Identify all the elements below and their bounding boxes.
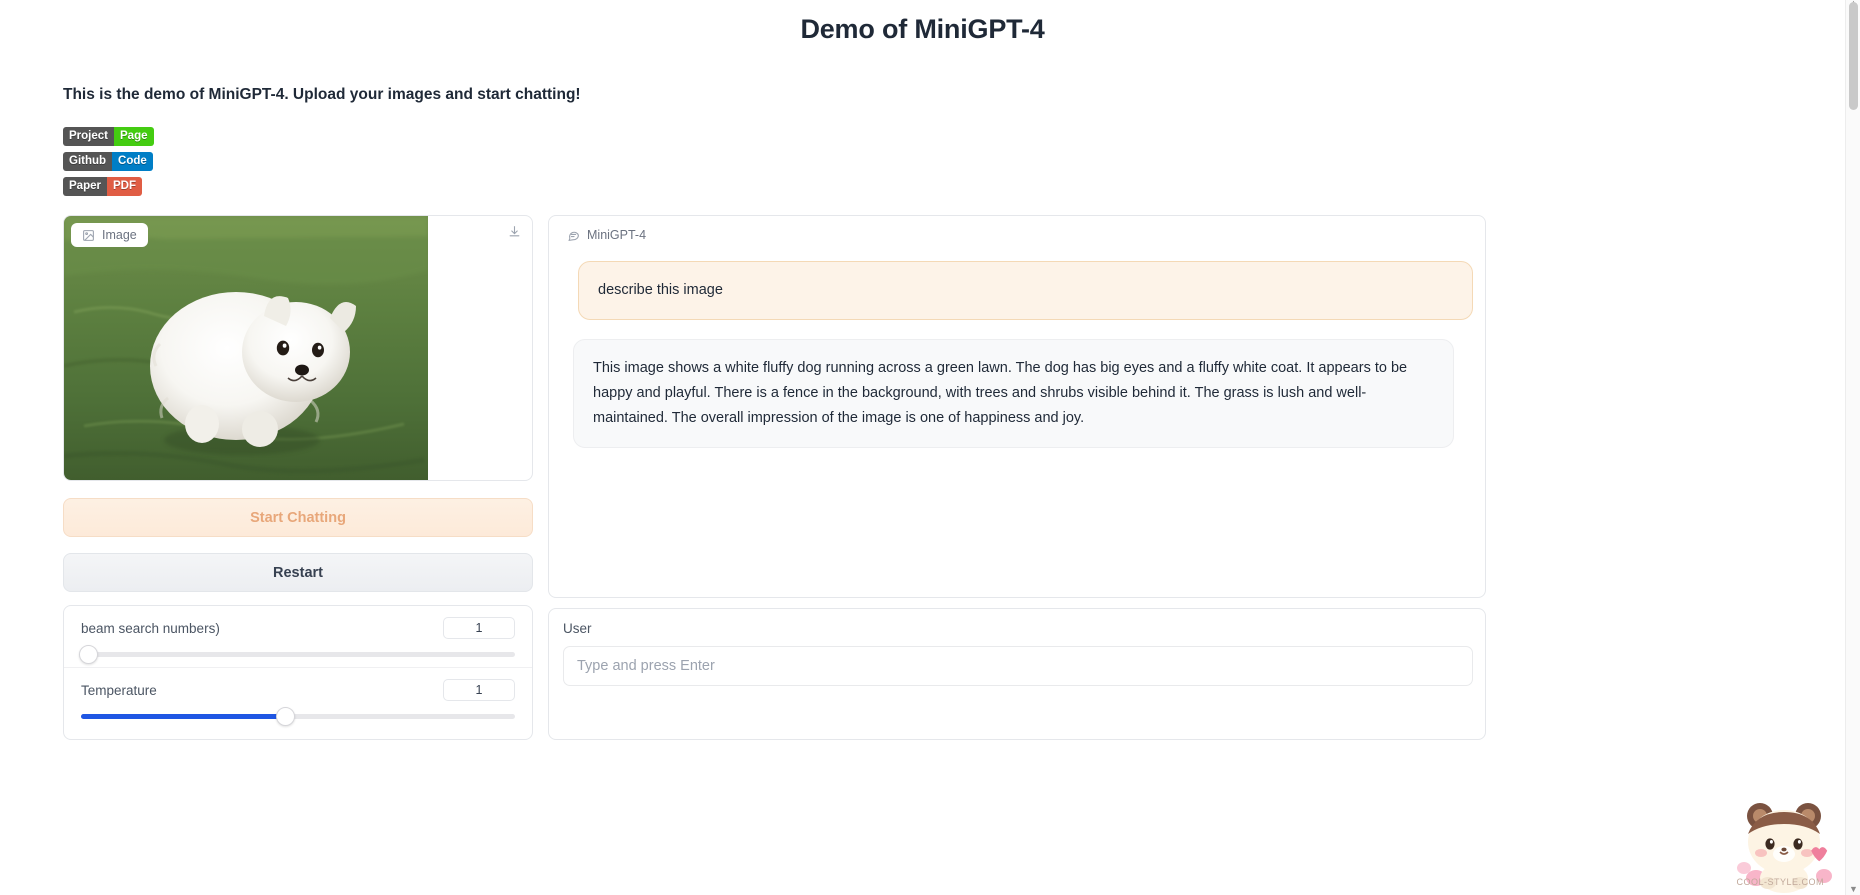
start-chatting-label: Start Chatting (250, 509, 346, 526)
start-chatting-button[interactable]: Start Chatting (63, 498, 533, 537)
beam-search-slider[interactable] (79, 645, 515, 664)
image-icon (82, 229, 95, 242)
badge-github-code[interactable]: Github Code (63, 152, 153, 171)
image-panel-tab: Image (71, 223, 148, 247)
badge-paper-pdf[interactable]: Paper PDF (63, 177, 142, 196)
badge-label-right: PDF (106, 177, 142, 196)
chat-message-list: describe this image This image shows a w… (561, 255, 1473, 587)
chatbot-panel: MiniGPT-4 describe this image This image… (548, 215, 1486, 598)
chat-message-bot: This image shows a white fluffy dog runn… (573, 339, 1454, 448)
temperature-value[interactable]: 1 (443, 679, 515, 701)
temperature-slider[interactable] (81, 707, 515, 726)
chatbot-panel-tab-label: MiniGPT-4 (587, 228, 647, 242)
page-scrollbar[interactable]: ▲ ▼ (1845, 0, 1860, 895)
intro-text: This is the demo of MiniGPT-4. Upload yo… (63, 86, 581, 103)
temperature-slider-thumb[interactable] (275, 707, 295, 726)
chatbot-panel-tab: MiniGPT-4 (556, 223, 658, 247)
badge-label-left: Github (63, 152, 113, 171)
scroll-down-arrow[interactable]: ▼ (1849, 885, 1858, 894)
user-text-input[interactable]: Type and press Enter (563, 646, 1473, 686)
settings-panel: beam search numbers) 1 Temperature 1 (63, 605, 533, 740)
uploaded-image (64, 216, 428, 480)
badge-project-page[interactable]: Project Page (63, 127, 154, 146)
restart-label: Restart (273, 564, 323, 581)
mascot-caption: COOL-STYLE.COM (1736, 877, 1824, 887)
beam-search-value[interactable]: 1 (443, 617, 515, 639)
restart-button[interactable]: Restart (63, 553, 533, 592)
beam-search-slider-row: beam search numbers) 1 (64, 606, 532, 667)
chat-bubble-icon (567, 229, 580, 242)
scrollbar-thumb[interactable] (1849, 2, 1858, 110)
badge-label-left: Project (63, 127, 114, 146)
download-icon (508, 225, 521, 243)
beam-search-slider-thumb[interactable] (79, 645, 98, 664)
user-input-label: User (563, 621, 592, 636)
badge-label-right: Page (114, 127, 154, 146)
app-root: Demo of MiniGPT-4 This is the demo of Mi… (0, 0, 1860, 895)
image-upload-panel[interactable]: Image (63, 215, 533, 481)
badge-label-left: Paper (63, 177, 107, 196)
image-panel-tab-label: Image (102, 228, 137, 242)
badge-list: Project Page Github Code Paper PDF (63, 127, 154, 196)
badge-label-right: Code (112, 152, 153, 171)
page-title: Demo of MiniGPT-4 (800, 14, 1045, 44)
chat-message-user: describe this image (578, 261, 1473, 320)
temperature-slider-row: Temperature 1 (64, 667, 532, 729)
download-image-button[interactable] (503, 223, 525, 245)
user-input-panel: User Type and press Enter (548, 608, 1486, 740)
